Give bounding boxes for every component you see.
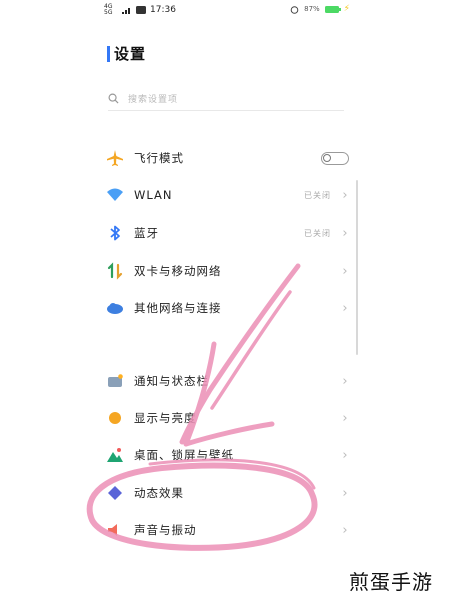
page-header: 设置 (107, 43, 146, 64)
chevron-right-icon: › (342, 373, 348, 389)
chevron-right-icon: › (342, 410, 348, 426)
settings-item-value: 已关闭 (304, 228, 331, 238)
settings-item-other-networks[interactable]: 其他网络与连接 › (104, 293, 349, 323)
network-5g: 5G (104, 9, 113, 16)
settings-item-wallpaper[interactable]: 桌面、锁屏与壁纸 › (104, 440, 349, 470)
settings-item-bluetooth[interactable]: 蓝牙 已关闭 › (104, 218, 349, 248)
settings-item-airplane-mode[interactable]: 飞行模式 (104, 143, 349, 173)
sound-icon (104, 519, 126, 541)
title-accent-bar (107, 45, 110, 62)
status-right: 87% ⚡ (290, 4, 350, 14)
page-title: 设置 (114, 45, 147, 63)
bluetooth-icon (104, 222, 126, 244)
hd-icon (136, 6, 146, 14)
wallpaper-icon (104, 444, 126, 466)
status-left: 4G 5G 17:36 (104, 4, 176, 16)
status-bar: 4G 5G 17:36 87% ⚡ (0, 0, 450, 22)
settings-item-sound[interactable]: 声音与振动 › (104, 515, 349, 545)
search-icon (108, 93, 119, 104)
settings-item-label: 蓝牙 (134, 226, 159, 240)
chevron-right-icon: › (342, 263, 348, 279)
watermark: 煎蛋手游 (349, 570, 433, 594)
scroll-indicator[interactable] (356, 180, 358, 355)
dynamic-effects-icon (104, 482, 126, 504)
settings-item-label: 动态效果 (134, 486, 184, 500)
settings-item-value: 已关闭 (304, 190, 331, 200)
settings-item-label: 通知与状态栏 (134, 374, 209, 388)
chevron-right-icon: › (342, 300, 348, 316)
cloud-icon (104, 297, 126, 319)
battery-percent: 87% (304, 5, 320, 13)
status-time: 17:36 (150, 5, 176, 15)
mobile-network-icon (104, 260, 126, 282)
brightness-icon (104, 407, 126, 429)
settings-item-label: 桌面、锁屏与壁纸 (134, 448, 234, 462)
chevron-right-icon: › (342, 522, 348, 538)
chevron-right-icon: › (342, 225, 348, 241)
settings-item-label: 声音与振动 (134, 523, 197, 537)
airplane-mode-toggle[interactable] (321, 151, 349, 165)
settings-item-notifications[interactable]: 通知与状态栏 › (104, 366, 349, 396)
search-input[interactable]: 搜索设置项 (108, 86, 344, 111)
network-indicator: 4G 5G (104, 4, 118, 16)
settings-item-label: 飞行模式 (134, 151, 184, 165)
settings-item-dual-sim[interactable]: 双卡与移动网络 › (104, 256, 349, 286)
notification-icon (104, 370, 126, 392)
settings-item-label: WLAN (134, 188, 173, 202)
settings-item-wlan[interactable]: WLAN 已关闭 › (104, 180, 349, 210)
settings-item-label: 显示与亮度 (134, 411, 197, 425)
battery-icon (324, 5, 341, 13)
search-placeholder: 搜索设置项 (128, 94, 179, 105)
chevron-right-icon: › (342, 485, 348, 501)
signal-icon (122, 8, 130, 14)
partially-visible-row (104, 590, 334, 600)
settings-item-display[interactable]: 显示与亮度 › (104, 403, 349, 433)
settings-item-dynamic-effects[interactable]: 动态效果 › (104, 478, 349, 508)
chevron-right-icon: › (342, 447, 348, 463)
airplane-icon (104, 147, 126, 169)
alarm-icon (290, 5, 299, 14)
settings-item-label: 双卡与移动网络 (134, 264, 222, 278)
charging-icon: ⚡ (343, 4, 350, 14)
wifi-icon (104, 184, 126, 206)
settings-item-label: 其他网络与连接 (134, 301, 222, 315)
chevron-right-icon: › (342, 187, 348, 203)
